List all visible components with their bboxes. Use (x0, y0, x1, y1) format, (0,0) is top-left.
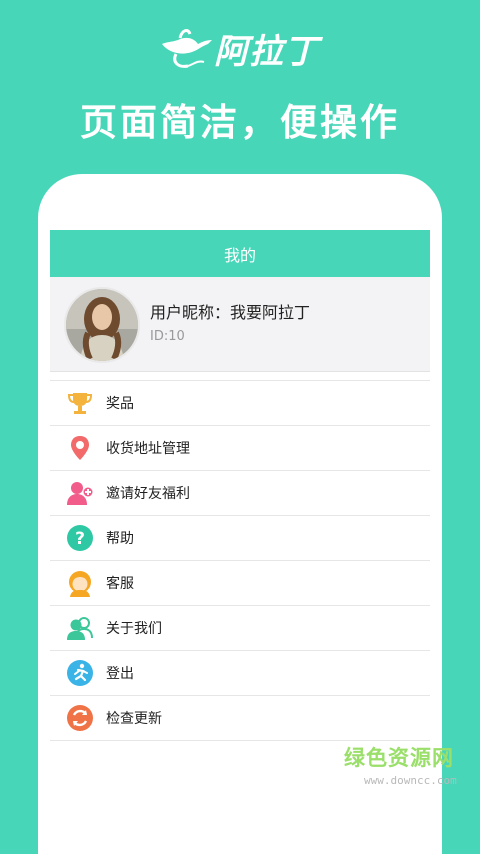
logout-icon (67, 660, 93, 686)
menu-item-help[interactable]: ? 帮助 (50, 515, 430, 560)
app-header: 我的 (50, 230, 430, 277)
svg-text:?: ? (75, 529, 85, 549)
watermark: 绿色资源网 www.downcc.com (344, 742, 457, 787)
menu-item-check-update[interactable]: 检查更新 (50, 695, 430, 741)
slogan: 页面简洁，便操作 (80, 101, 400, 144)
refresh-icon (67, 705, 93, 731)
menu-label-about: 关于我们 (106, 621, 162, 637)
menu-item-address[interactable]: 收货地址管理 (50, 425, 430, 470)
magic-lamp-icon (162, 29, 212, 68)
profile-nickname: 用户昵称：我要阿拉丁 (150, 303, 311, 322)
menu-item-logout[interactable]: 登出 (50, 650, 430, 695)
menu-label-invite: 邀请好友福利 (106, 486, 190, 502)
menu-label-prizes: 奖品 (106, 396, 134, 412)
brand-name: 阿拉丁 (214, 32, 319, 72)
menu-label-check-update: 检查更新 (106, 711, 162, 727)
help-icon: ? (67, 525, 93, 551)
menu-label-logout: 登出 (106, 666, 134, 682)
about-us-icon (67, 617, 93, 640)
watermark-url: www.downcc.com (364, 774, 457, 787)
trophy-icon (67, 393, 93, 414)
app-screen: 我的 用户昵称：我要阿拉丁 ID:10 奖品 收货地址管理 邀请好友福利 ? 帮… (50, 230, 430, 800)
menu-item-about[interactable]: 关于我们 (50, 605, 430, 650)
page-title: 我的 (223, 245, 256, 265)
menu-list: 奖品 收货地址管理 邀请好友福利 ? 帮助 客服 关于我们 登出 检查更新 (50, 380, 430, 741)
menu-label-customer-service: 客服 (106, 576, 134, 592)
menu-label-address: 收货地址管理 (106, 441, 190, 457)
customer-service-icon (69, 571, 91, 597)
profile-card[interactable]: 用户昵称：我要阿拉丁 ID:10 (50, 277, 430, 372)
avatar[interactable] (64, 287, 140, 363)
brand: 阿拉丁 (0, 16, 480, 76)
profile-id: ID:10 (150, 329, 185, 344)
menu-label-help: 帮助 (106, 531, 134, 547)
menu-item-invite[interactable]: 邀请好友福利 (50, 470, 430, 515)
menu-item-prizes[interactable]: 奖品 (50, 380, 430, 425)
menu-item-customer-service[interactable]: 客服 (50, 560, 430, 605)
location-pin-icon (71, 436, 89, 460)
watermark-title: 绿色资源网 (344, 746, 454, 770)
invite-friend-icon (67, 482, 94, 505)
